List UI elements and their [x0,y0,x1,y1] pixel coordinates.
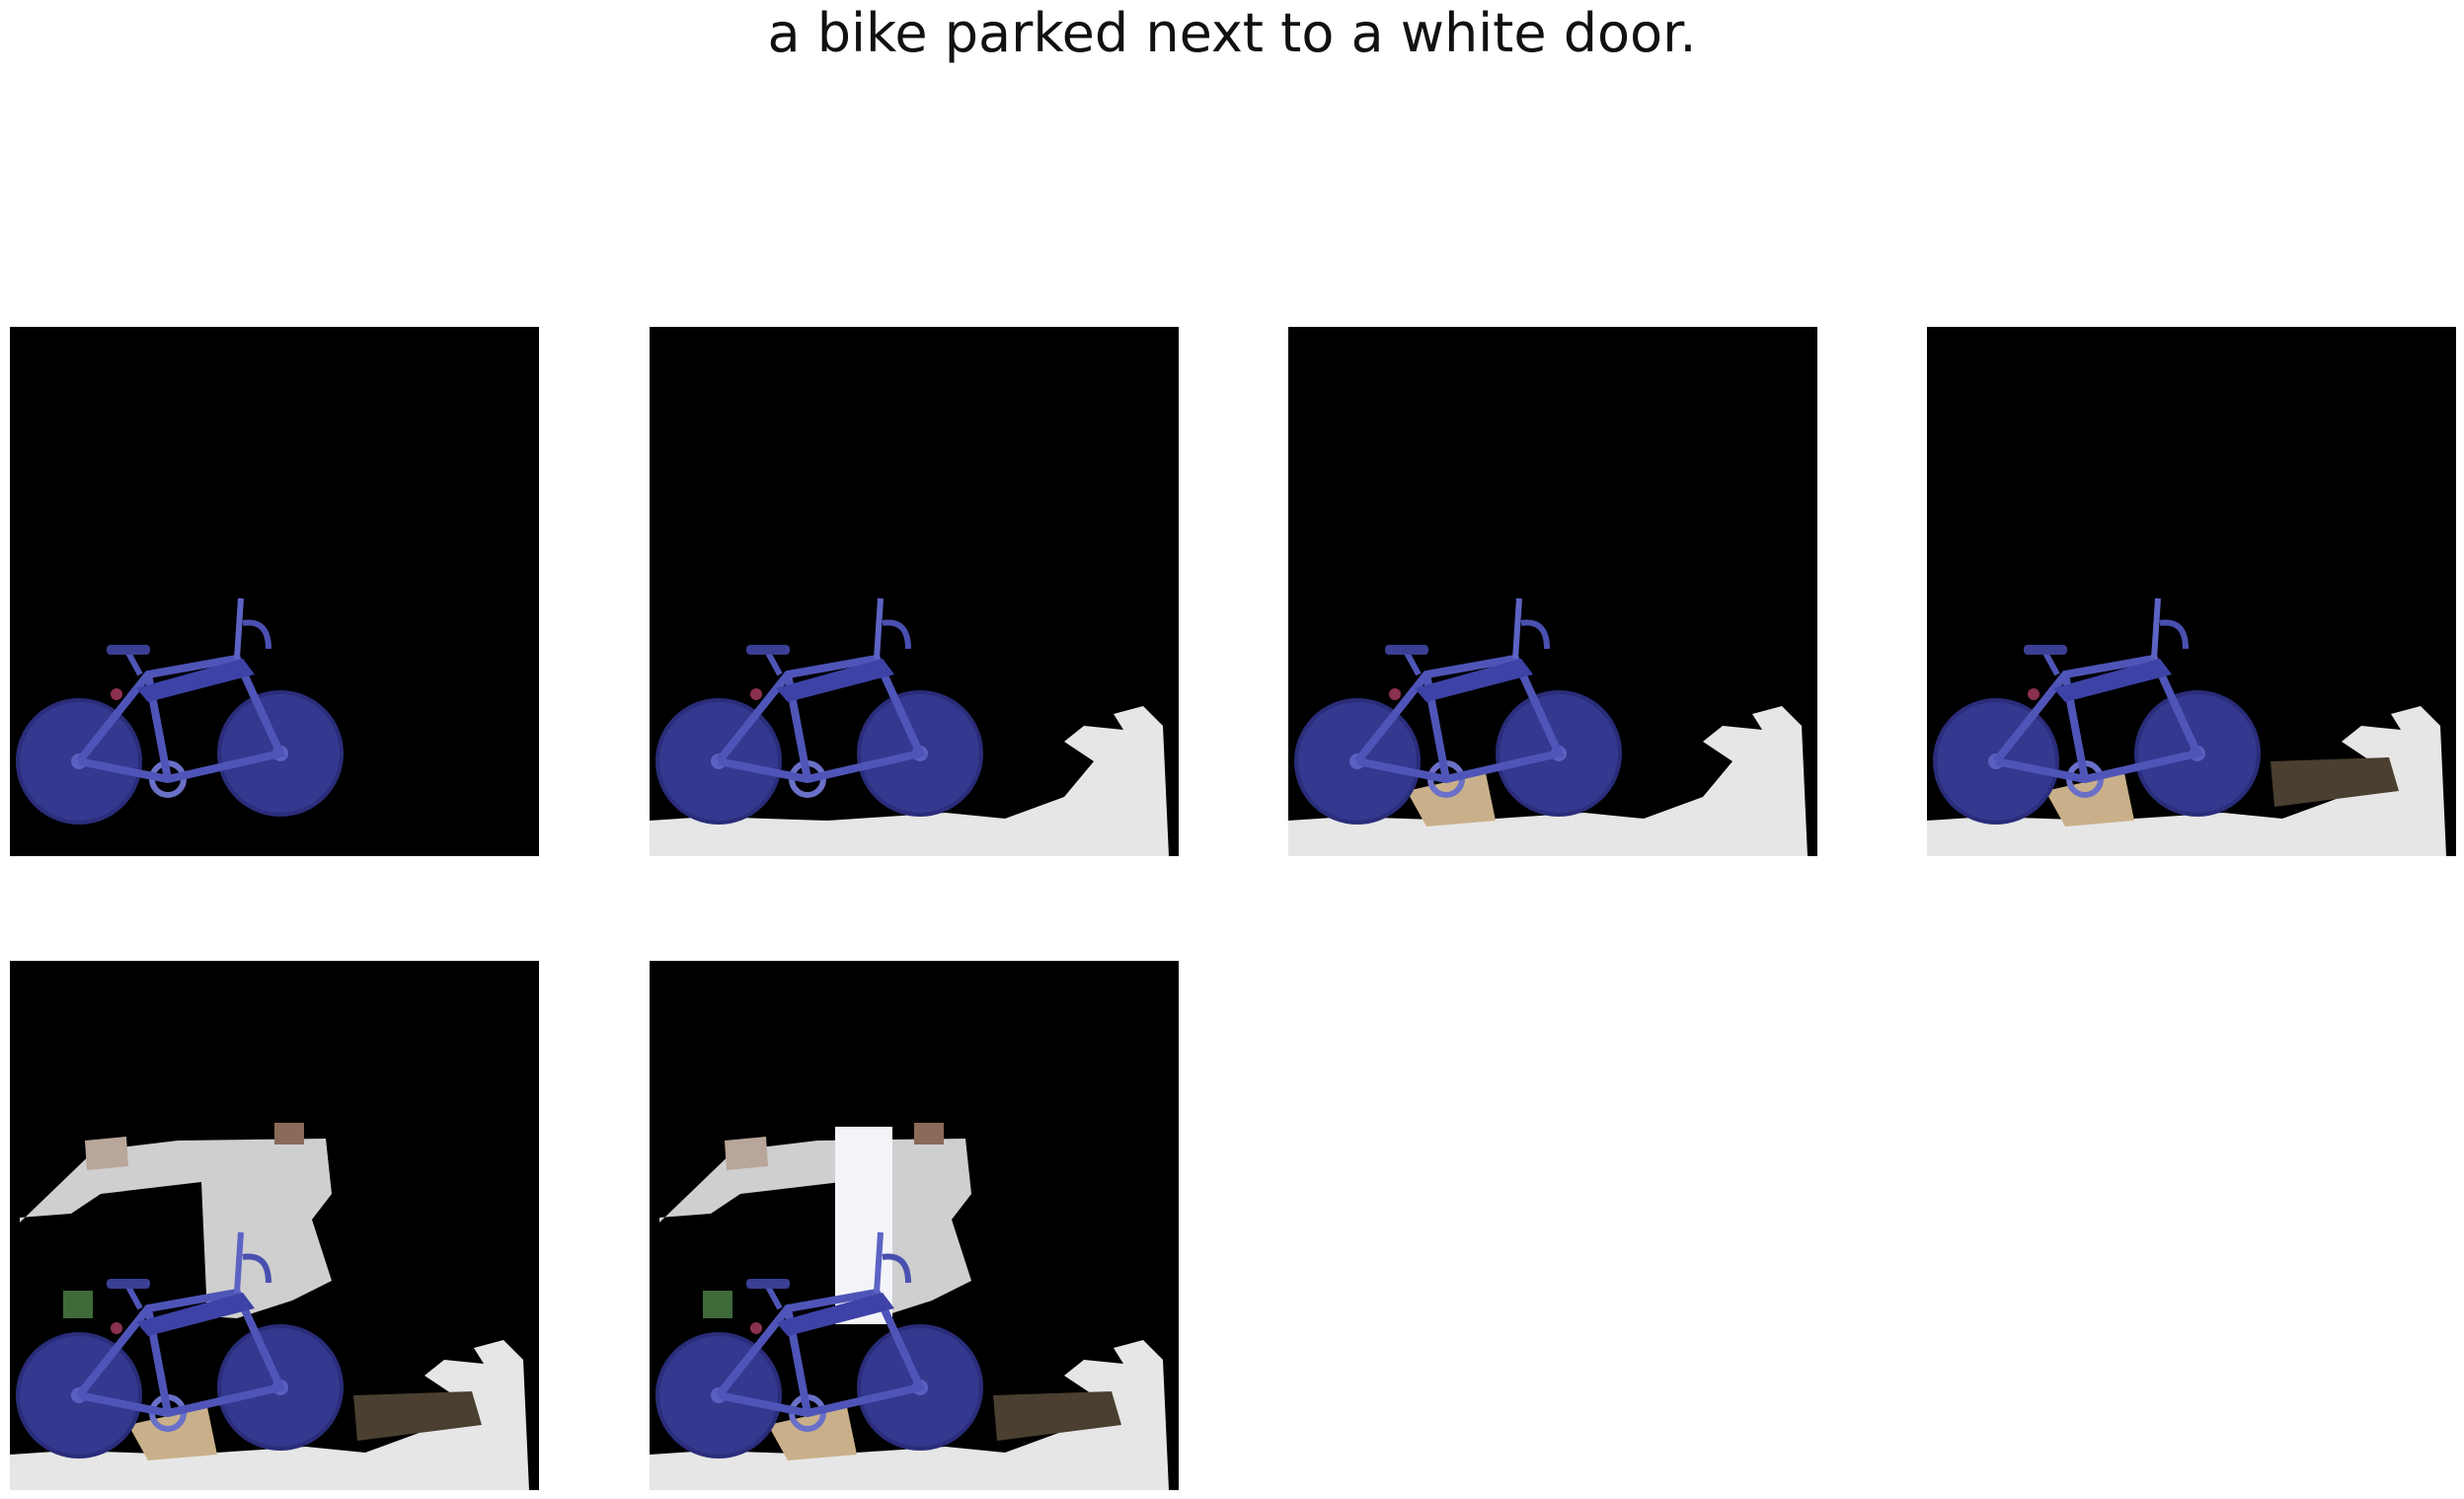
shelf-item [274,1123,304,1144]
bike-segment [657,598,981,823]
plant-segment [703,1291,732,1318]
scene-panel-3 [1288,327,1817,856]
scene-panel-5 [10,961,539,1490]
figure-caption: a bike parked next to a white door. [767,2,1697,64]
bike-segment [1935,598,2259,823]
shelf-segment [85,1137,128,1170]
scene-panel-1 [10,327,539,856]
scene-panel-2 [650,327,1179,856]
bike-segment [1296,598,1620,823]
shelf-segment [725,1137,768,1170]
bike-segment [18,598,342,823]
scene-panel-6 [650,961,1179,1490]
shelf-item [914,1123,944,1144]
plant-segment [63,1291,93,1318]
scene-panel-4 [1927,327,2456,856]
